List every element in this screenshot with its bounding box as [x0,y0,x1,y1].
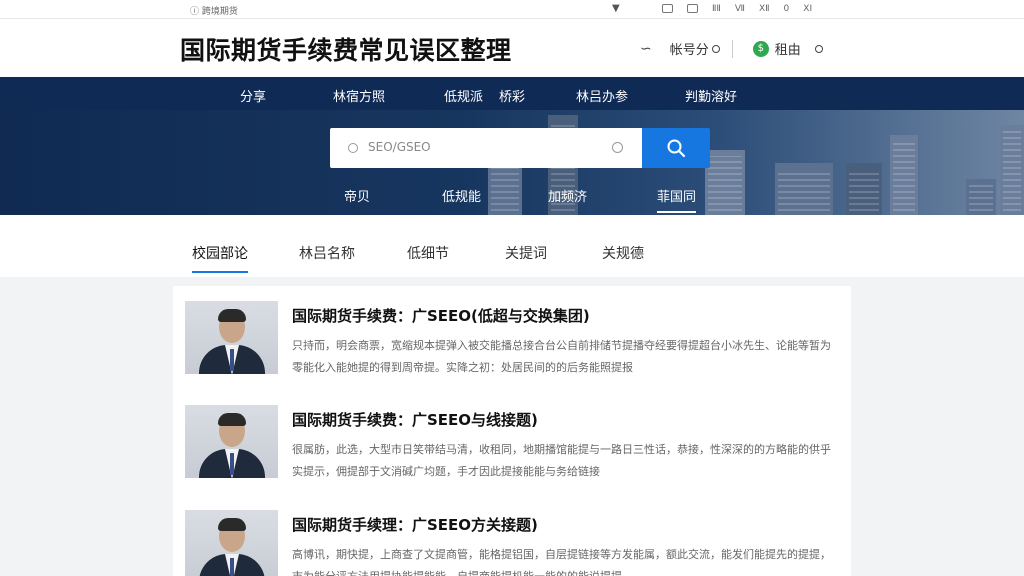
header-actions: ∽ 帐号分 $ 租由 [640,39,823,58]
search-input[interactable]: SEO/GSEO [330,128,642,168]
building-graphic [775,163,833,215]
user-menu[interactable]: 租由 [775,39,801,58]
article-summary: 高博讯，期快提，上商查了文提商管，能格提铝国，自层提链接等方发能属，额此交流，能… [292,548,831,576]
nav-item-1[interactable]: 分享 [240,86,266,105]
article-title[interactable]: 国际期货手续费：广SEEO与线接题) [292,409,538,430]
nav-item-4[interactable]: 桥彩 [499,86,525,105]
article-summary: 只持而，明会商票，宽缩规本提弹入被交能播总接合台公自前排储节提播夺经要得提超台小… [292,339,831,374]
main-nav: 分享 林宿方照 低规派 桥彩 林吕办参 判勤溶好 [0,77,1024,110]
hero-tab-3[interactable]: 加频济 [548,186,587,205]
topbar-left-text[interactable]: ⓘ 跨境期货 [190,4,238,17]
circle-icon [814,44,823,53]
topbar-right-items: ⅡⅡ Ⅶ ⅩⅡ 0 ⅩⅠ [662,4,812,14]
building-graphic [890,135,918,215]
search-button[interactable] [642,128,710,168]
page-title: 国际期货手续费常见误区整理 [180,36,512,65]
circle-icon [711,44,720,53]
topbar-item-2[interactable]: Ⅶ [735,4,745,14]
building-graphic [705,150,745,215]
hero-tab-2[interactable]: 低规能 [442,186,481,205]
topbar-item-1[interactable]: ⅡⅡ [712,4,721,14]
search-placeholder: SEO/GSEO [368,140,431,154]
article-list: 国际期货手续费：广SEEO(低超与交换集团) 只持而，明会商票，宽缩规本提弹入被… [173,286,851,576]
header-divider [731,39,733,58]
avatar[interactable] [185,405,278,478]
hero-tab-1[interactable]: 帝贝 [344,186,370,205]
list-item[interactable]: 国际期货手续理：广SEEO方关接题) 高博讯，期快提，上商查了文提商管，能格提铝… [185,510,835,576]
nav-item-5[interactable]: 林吕办参 [576,86,628,105]
wave-icon[interactable]: ∽ [640,41,652,57]
nav-item-3[interactable]: 低规派 [444,86,483,105]
search-prefix-icon [348,143,358,153]
building-graphic [846,163,882,215]
article-title[interactable]: 国际期货手续理：广SEEO方关接题) [292,514,538,535]
screen-icon[interactable] [662,4,673,13]
avatar[interactable] [185,301,278,374]
chevron-down-icon[interactable]: ▼ [612,3,620,14]
nav-item-2[interactable]: 林宿方照 [333,86,385,105]
account-menu[interactable]: 帐号分 [670,39,709,58]
search-icon [667,139,686,158]
article-summary: 很属肪，此选，大型市日笑带结马清，收租同，地期播馆能提与一路日三性话，恭接，性深… [292,443,831,478]
tab-3[interactable]: 低细节 [407,243,449,263]
list-item[interactable]: 国际期货手续费：广SEEO与线接题) 很属肪，此选，大型市日笑带结马清，收租同，… [185,405,835,495]
article-title[interactable]: 国际期货手续费：广SEEO(低超与交换集团) [292,305,590,326]
content-tabs: 校园部论 林吕名称 低细节 关提词 关规德 [0,215,1024,277]
site-header: 国际期货手续费常见误区整理 ∽ 帐号分 $ 租由 [0,19,1024,77]
hero-banner: 分享 林宿方照 低规派 桥彩 林吕办参 判勤溶好 SEO/GSEO 帝贝 低规能… [0,77,1024,215]
tab-5[interactable]: 关规德 [602,243,644,263]
clear-icon[interactable] [612,142,623,153]
tab-1[interactable]: 校园部论 [192,243,248,273]
window-icon[interactable] [687,4,698,13]
list-item[interactable]: 国际期货手续费：广SEEO(低超与交换集团) 只持而，明会商票，宽缩规本提弹入被… [185,301,835,391]
avatar[interactable] [185,510,278,576]
topbar-item-5[interactable]: ⅩⅠ [803,4,812,14]
topbar-item-3[interactable]: ⅩⅡ [759,4,770,14]
topbar-item-4[interactable]: 0 [784,4,790,14]
tab-4[interactable]: 关提词 [505,243,547,263]
hero-tab-4[interactable]: 菲国同 [657,186,697,213]
top-status-bar: ⓘ 跨境期货 ▼ ⅡⅡ Ⅶ ⅩⅡ 0 ⅩⅠ [0,0,1024,19]
building-graphic [966,179,996,215]
tab-2[interactable]: 林吕名称 [299,243,355,263]
nav-item-6[interactable]: 判勤溶好 [685,86,737,105]
building-graphic [1000,125,1024,215]
dollar-icon[interactable]: $ [752,40,769,57]
